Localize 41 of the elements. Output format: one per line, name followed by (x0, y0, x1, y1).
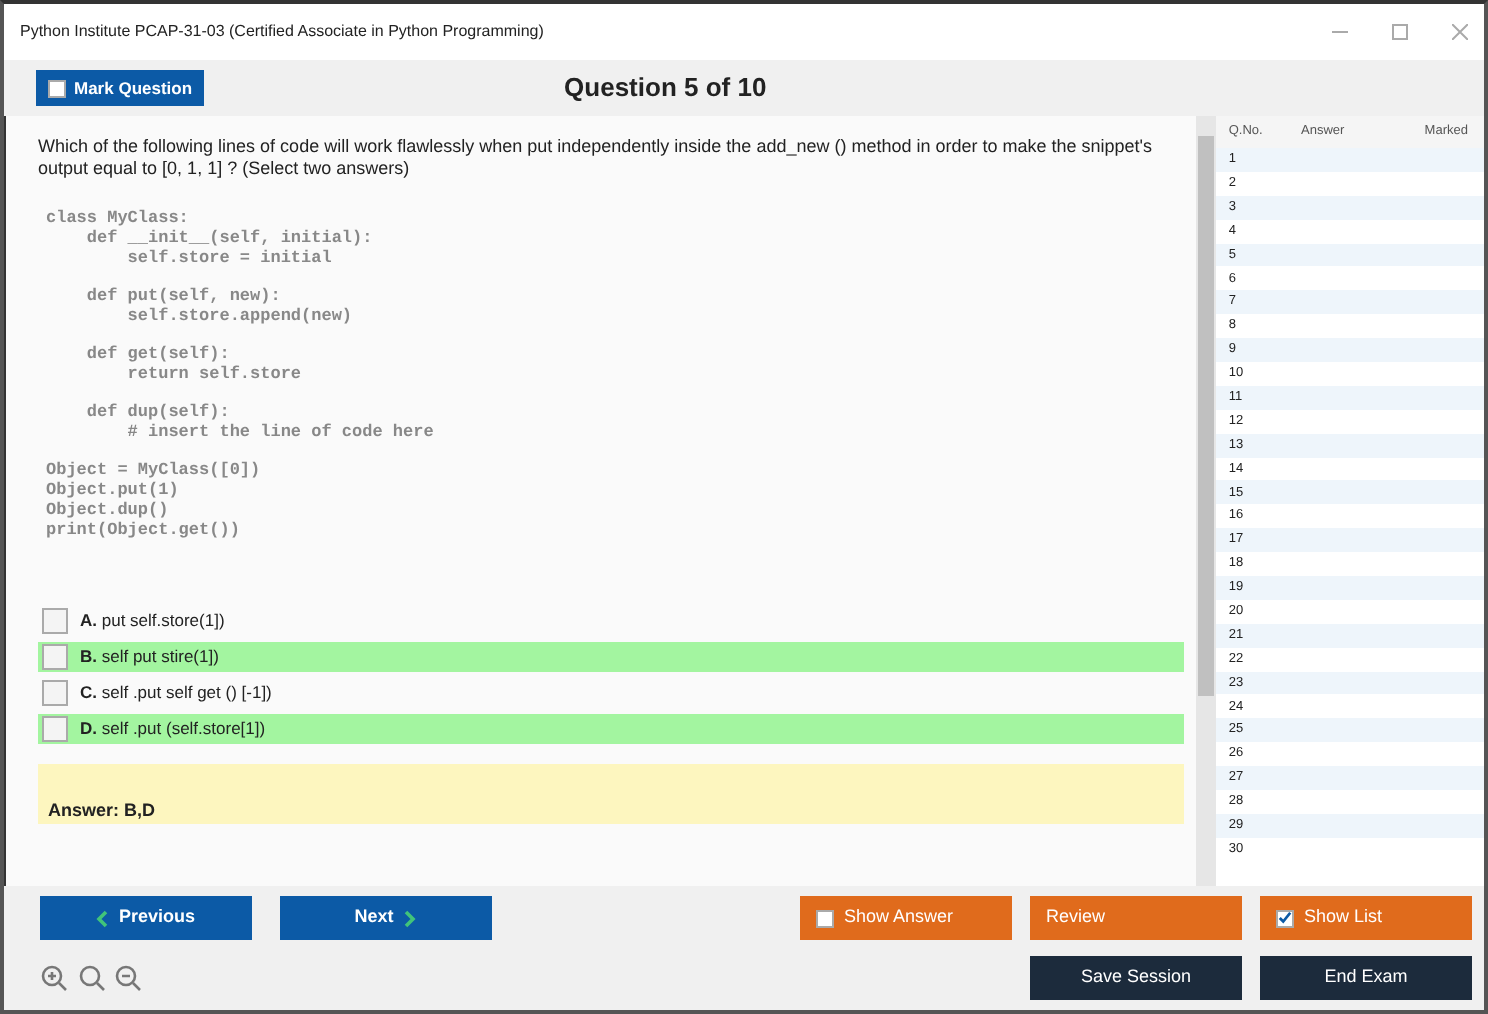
mark-question-button[interactable]: Mark Question (36, 69, 205, 107)
code-line: self.store = initial (125, 248, 332, 268)
answer-option-highlighted[interactable]: B. self put stire(1]) (38, 642, 1185, 672)
checkbox[interactable] (1276, 909, 1294, 927)
code-line: def get(self): (84, 344, 230, 364)
question-title: Question 5 of 10 (564, 70, 767, 107)
code-line: Object = MyClass([0]) (46, 460, 261, 480)
scrollbar[interactable] (1196, 116, 1217, 886)
code-line: print(Object.get()) (46, 520, 240, 540)
previous-button[interactable]: Previous (40, 896, 252, 940)
close-icon[interactable] (1452, 24, 1468, 40)
code-line: Object.dup() (46, 500, 169, 520)
checkbox[interactable] (42, 644, 68, 670)
next-button[interactable]: Next (279, 896, 491, 940)
checkbox[interactable] (48, 79, 66, 97)
code-line: self.store.append(new) (125, 306, 353, 326)
question-text: Which of the following lines of code will work flawlessly when put independently inside the add_new () method in order to make the snippet's output equal to [0, 1, 1] ? (Select two answers) (38, 136, 1155, 180)
zoom-in-icon[interactable] (40, 964, 68, 992)
checkbox[interactable] (42, 608, 68, 634)
window-title: Python Institute PCAP-31-03 (Certified Associate in Python Programming) (20, 20, 544, 44)
code-line: def put(self, new): (84, 286, 281, 306)
save-session-button[interactable]: Save Session (1030, 956, 1242, 1000)
code-line: return self.store (125, 364, 302, 384)
code-line: Object.put(1) (46, 480, 179, 500)
code-line: # insert the line of code here (125, 422, 434, 442)
answer-option-highlighted[interactable]: D. self .put (self.store[1]) (38, 714, 1185, 744)
checkbox[interactable] (42, 716, 68, 742)
checkbox[interactable] (42, 680, 68, 706)
checkbox[interactable] (816, 909, 834, 927)
search-icon[interactable] (77, 964, 105, 992)
chevron-right-icon (403, 909, 416, 927)
answer-option[interactable]: C. self .put self get () [-1]) (38, 678, 1185, 708)
answer-text: Answer: B,D (48, 800, 156, 820)
code-line: class MyClass: (46, 208, 189, 228)
answer-option[interactable]: A. put self.store(1]) (38, 606, 1185, 636)
zoom-out-icon[interactable] (114, 964, 142, 992)
chevron-left-icon (96, 909, 109, 927)
maximize-icon[interactable] (1392, 24, 1408, 40)
code-line: def __init__(self, initial): (84, 228, 373, 248)
code-line: def dup(self): (84, 402, 230, 422)
end-exam-button[interactable]: End Exam (1260, 956, 1472, 1000)
